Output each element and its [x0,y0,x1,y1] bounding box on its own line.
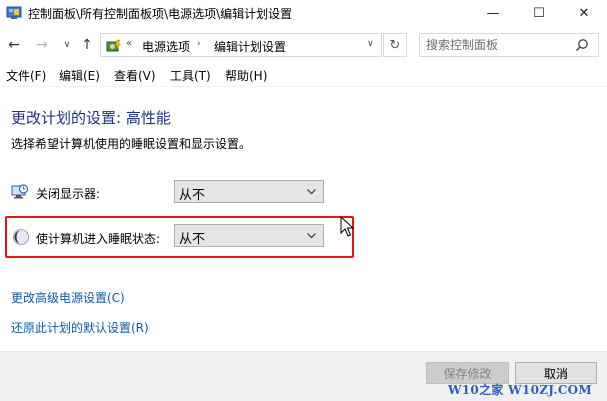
search-box[interactable] [419,33,599,57]
display-off-label: 关闭显示器: [36,187,101,201]
sleep-select[interactable]: 从不 [174,224,324,247]
monitor-clock-icon [11,183,29,201]
display-off-select[interactable]: 从不 [174,180,324,203]
breadcrumb-edit-plan[interactable]: 编辑计划设置 [214,38,286,55]
maximize-button[interactable]: ☐ [516,0,562,26]
minimize-button[interactable]: — [470,0,516,26]
menu-tools[interactable]: 工具(T) [170,67,211,84]
menu-help[interactable]: 帮助(H) [225,67,267,84]
restore-defaults-link[interactable]: 还原此计划的默认设置(R) [11,319,149,336]
back-arrow-icon[interactable]: ← [5,36,23,54]
advanced-power-settings-link[interactable]: 更改高级电源设置(C) [11,289,125,306]
navigation-bar: ← → ∨ ↑ « 电源选项 › 编辑计划设置 ∨ ↻ [0,30,607,60]
display-off-value: 从不 [179,188,206,203]
moon-sleep-icon [12,228,30,246]
sleep-label: 使计算机进入睡眠状态: [36,232,161,246]
refresh-icon[interactable]: ↻ [383,33,407,57]
menu-file[interactable]: 文件(F) [6,67,46,84]
mouse-cursor-icon [340,215,355,238]
up-arrow-icon[interactable]: ↑ [78,36,96,54]
divider [0,86,607,87]
breadcrumb-power-options[interactable]: 电源选项 [142,38,190,55]
chevron-down-icon [306,186,317,197]
watermark: W10之家 W10ZJ.COM [448,383,592,397]
breadcrumb-separator-icon[interactable]: › [197,39,201,49]
menu-edit[interactable]: 编辑(E) [59,67,100,84]
address-bar[interactable]: « 电源选项 › 编辑计划设置 ∨ [100,33,382,57]
recent-locations-chevron-icon[interactable]: ∨ [58,36,76,54]
control-panel-icon [6,5,22,21]
address-overflow-icon[interactable]: « [126,38,132,49]
chevron-down-icon [306,230,317,241]
search-input[interactable] [426,37,571,53]
page-subtitle: 选择希望计算机使用的睡眠设置和显示设置。 [11,137,252,151]
page-title: 更改计划的设置: 高性能 [11,109,171,127]
close-button[interactable]: ✕ [561,0,607,26]
forward-arrow-icon[interactable]: → [33,36,51,54]
address-dropdown-icon[interactable]: ∨ [367,39,374,49]
title-bar: 控制面板\所有控制面板项\电源选项\编辑计划设置 — ☐ ✕ [0,0,607,26]
menu-bar: 文件(F) 编辑(E) 查看(V) 工具(T) 帮助(H) [0,64,607,84]
sleep-value: 从不 [179,232,206,247]
window-title: 控制面板\所有控制面板项\电源选项\编辑计划设置 [28,7,293,21]
search-icon[interactable] [575,38,589,52]
menu-view[interactable]: 查看(V) [114,67,156,84]
power-options-icon [105,37,122,54]
